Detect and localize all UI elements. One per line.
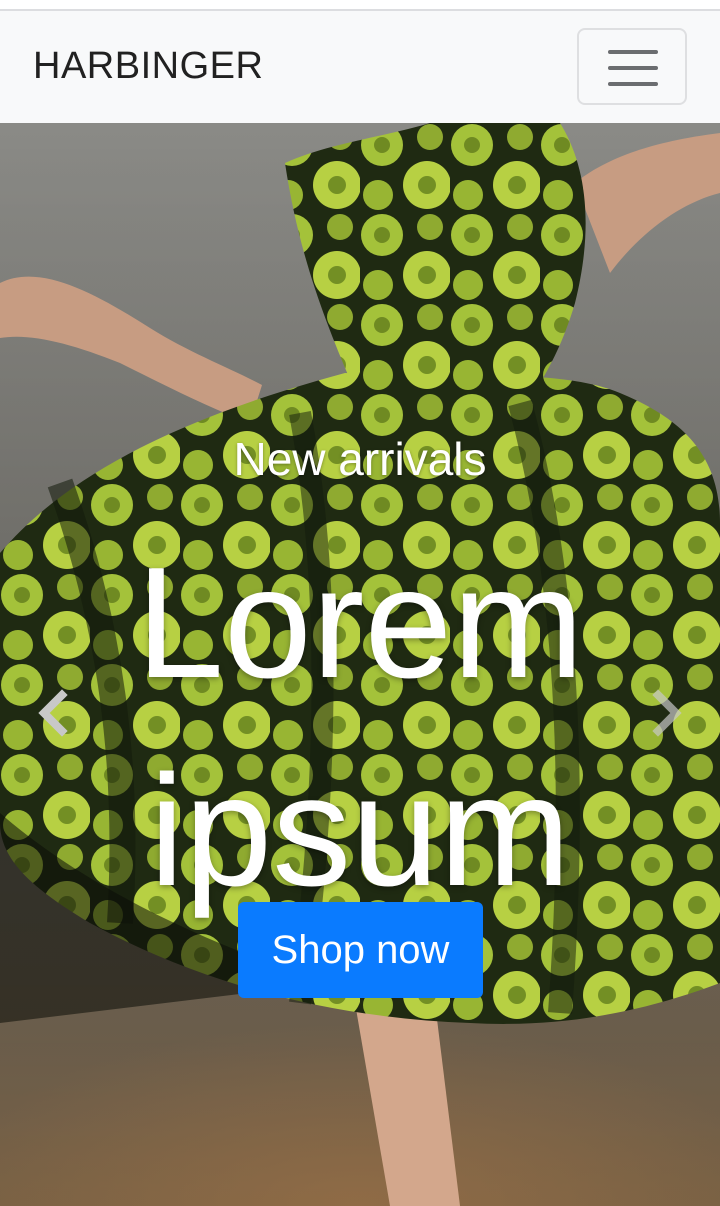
carousel-next-button[interactable] [636, 683, 696, 743]
hero-kicker: New arrivals [233, 433, 487, 485]
chevron-left-icon [38, 689, 68, 737]
top-border [0, 0, 720, 11]
hero-title: Lorem ipsum [136, 535, 584, 919]
chevron-right-icon [652, 689, 682, 737]
hero-carousel: New arrivals Lorem ipsum Shop now [0, 123, 720, 1206]
menu-toggle-button[interactable] [577, 28, 687, 105]
hamburger-menu-icon [608, 50, 658, 86]
page: HARBINGER New arrivals Lorem ipsum Shop … [0, 0, 720, 1206]
carousel-prev-button[interactable] [24, 683, 84, 743]
brand-logo[interactable]: HARBINGER [33, 43, 263, 89]
shop-now-button[interactable]: Shop now [238, 902, 483, 998]
navbar: HARBINGER [0, 11, 720, 123]
